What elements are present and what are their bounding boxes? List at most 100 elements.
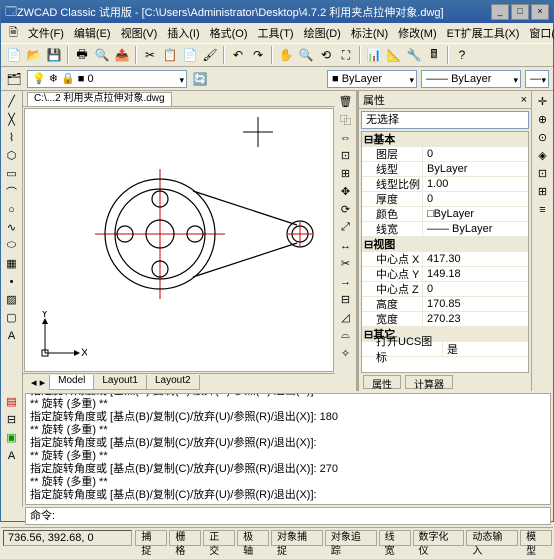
tool-icon[interactable]: 🔧 bbox=[405, 46, 423, 64]
scale-icon[interactable]: ⤢ bbox=[337, 219, 355, 236]
r5-icon[interactable]: ⊡ bbox=[534, 165, 552, 182]
zoom-win-icon[interactable]: ⛶ bbox=[337, 46, 355, 64]
polygon-icon[interactable]: ⬡ bbox=[3, 147, 21, 164]
circle-icon[interactable]: ○ bbox=[3, 201, 21, 218]
rotate-icon[interactable]: ⟳ bbox=[337, 201, 355, 218]
ellipse-icon[interactable]: ⬭ bbox=[3, 237, 21, 254]
print-icon[interactable]: 🖶 bbox=[73, 46, 91, 64]
tab-properties[interactable]: 属性 bbox=[363, 375, 401, 389]
zoom-icon[interactable]: 🔍 bbox=[297, 46, 315, 64]
menu-file[interactable]: 文件(F) bbox=[24, 23, 68, 43]
menu-et[interactable]: ET扩展工具(X) bbox=[443, 23, 524, 43]
selection-combo[interactable]: 无选择 bbox=[361, 111, 529, 129]
open-icon[interactable]: 📂 bbox=[25, 46, 43, 64]
status-tablet[interactable]: 数字化仪 bbox=[413, 530, 465, 546]
color-combo[interactable]: ■ ByLayer bbox=[327, 70, 417, 88]
menu-tools[interactable]: 工具(T) bbox=[254, 23, 298, 43]
help-icon[interactable]: ? bbox=[453, 46, 471, 64]
lineweight-combo[interactable]: — bbox=[525, 70, 549, 88]
menu-edit[interactable]: 编辑(E) bbox=[70, 23, 115, 43]
mirror-icon[interactable]: ⇔ bbox=[337, 129, 355, 146]
undo-icon[interactable]: ↶ bbox=[229, 46, 247, 64]
explode-icon[interactable]: ✧ bbox=[337, 345, 355, 362]
status-snap[interactable]: 捕捉 bbox=[135, 530, 167, 546]
drawing-tab[interactable]: C:\...2 利用夹点拉伸对象.dwg bbox=[27, 92, 172, 106]
status-lwt[interactable]: 线宽 bbox=[379, 530, 411, 546]
status-ortho[interactable]: 正交 bbox=[203, 530, 235, 546]
minimize-button[interactable]: _ bbox=[491, 4, 509, 20]
text-icon[interactable]: A bbox=[3, 327, 21, 344]
command-input[interactable]: 命令: bbox=[25, 507, 551, 525]
calc-icon[interactable]: 🖩 bbox=[425, 46, 443, 64]
layer-prev-icon[interactable]: 🔄 bbox=[191, 70, 209, 88]
match-icon[interactable]: 🖌 bbox=[201, 46, 219, 64]
linetype-combo[interactable]: —— ByLayer bbox=[421, 70, 521, 88]
fillet-icon[interactable]: ⌓ bbox=[337, 327, 355, 344]
save-icon[interactable]: 💾 bbox=[45, 46, 63, 64]
stretch-icon[interactable]: ↔ bbox=[337, 237, 355, 254]
copy-icon[interactable]: 📋 bbox=[161, 46, 179, 64]
layer-mgr-icon[interactable]: 🗂 bbox=[5, 70, 23, 88]
layer-combo[interactable]: 💡 ❄ 🔒 ■ 0 bbox=[27, 70, 187, 88]
line-icon[interactable]: ╱ bbox=[3, 93, 21, 110]
status-polar[interactable]: 极轴 bbox=[237, 530, 269, 546]
r1-icon[interactable]: ✛ bbox=[534, 93, 552, 110]
arc-icon[interactable]: ⌒ bbox=[3, 183, 21, 200]
pan-icon[interactable]: ✋ bbox=[277, 46, 295, 64]
cut-icon[interactable]: ✂ bbox=[141, 46, 159, 64]
command-history[interactable]: ** 旋转 **指定旋转角度或 [基点(B)/复制(C)/放弃(U)/参照(R)… bbox=[25, 393, 551, 505]
tab-model[interactable]: Model bbox=[49, 375, 94, 390]
menu-format[interactable]: 格式(O) bbox=[206, 23, 252, 43]
preview-icon[interactable]: 🔍 bbox=[93, 46, 111, 64]
tab-layout1[interactable]: Layout1 bbox=[93, 375, 147, 390]
s3-icon[interactable]: ▣ bbox=[3, 429, 21, 446]
menu-window[interactable]: 窗口(W) bbox=[525, 23, 554, 43]
menu-modify[interactable]: 修改(M) bbox=[394, 23, 441, 43]
r4-icon[interactable]: ◈ bbox=[534, 147, 552, 164]
redo-icon[interactable]: ↷ bbox=[249, 46, 267, 64]
prop-close-icon[interactable]: × bbox=[521, 94, 527, 106]
status-osnap[interactable]: 对象捕捉 bbox=[271, 530, 323, 546]
array-icon[interactable]: ⊞ bbox=[337, 165, 355, 182]
props-icon[interactable]: 📊 bbox=[365, 46, 383, 64]
s4-icon[interactable]: A bbox=[3, 447, 21, 464]
tab-calculator[interactable]: 计算器 bbox=[405, 375, 453, 389]
design-icon[interactable]: 📐 bbox=[385, 46, 403, 64]
block-icon[interactable]: ▦ bbox=[3, 255, 21, 272]
close-button[interactable]: × bbox=[531, 4, 549, 20]
status-grid[interactable]: 栅格 bbox=[169, 530, 201, 546]
zoom-prev-icon[interactable]: ⟲ bbox=[317, 46, 335, 64]
r7-icon[interactable]: ≡ bbox=[534, 201, 552, 218]
drawing-canvas[interactable]: X Y bbox=[24, 108, 334, 372]
r3-icon[interactable]: ⊙ bbox=[534, 129, 552, 146]
menu-view[interactable]: 视图(V) bbox=[117, 23, 162, 43]
point-icon[interactable]: • bbox=[3, 273, 21, 290]
offset-icon[interactable]: ⊡ bbox=[337, 147, 355, 164]
properties-grid[interactable]: ⊟ 基本 图层0 线型ByLayer 线型比例1.00 厚度0 颜色□ByLay… bbox=[361, 131, 529, 373]
break-icon[interactable]: ⊟ bbox=[337, 291, 355, 308]
app-menu-icon[interactable]: 🗎 bbox=[5, 22, 22, 45]
paste-icon[interactable]: 📄 bbox=[181, 46, 199, 64]
s1-icon[interactable]: ▤ bbox=[3, 393, 21, 410]
publish-icon[interactable]: 📤 bbox=[113, 46, 131, 64]
tab-layout2[interactable]: Layout2 bbox=[146, 375, 200, 390]
maximize-button[interactable]: □ bbox=[511, 4, 529, 20]
copy2-icon[interactable]: ⿻ bbox=[337, 111, 355, 128]
extend-icon[interactable]: → bbox=[337, 273, 355, 290]
r6-icon[interactable]: ⊞ bbox=[534, 183, 552, 200]
rect-icon[interactable]: ▭ bbox=[3, 165, 21, 182]
r2-icon[interactable]: ⊕ bbox=[534, 111, 552, 128]
move-icon[interactable]: ✥ bbox=[337, 183, 355, 200]
hatch-icon[interactable]: ▨ bbox=[3, 291, 21, 308]
xline-icon[interactable]: ╳ bbox=[3, 111, 21, 128]
status-dyn[interactable]: 动态输入 bbox=[466, 530, 518, 546]
new-icon[interactable]: 📄 bbox=[5, 46, 23, 64]
erase-icon[interactable]: 🗑 bbox=[337, 93, 355, 110]
chamfer-icon[interactable]: ◿ bbox=[337, 309, 355, 326]
region-icon[interactable]: ▢ bbox=[3, 309, 21, 326]
pline-icon[interactable]: ⌇ bbox=[3, 129, 21, 146]
status-model[interactable]: 模型 bbox=[520, 530, 552, 546]
s2-icon[interactable]: ⊟ bbox=[3, 411, 21, 428]
trim-icon[interactable]: ✂ bbox=[337, 255, 355, 272]
menu-insert[interactable]: 插入(I) bbox=[163, 23, 203, 43]
